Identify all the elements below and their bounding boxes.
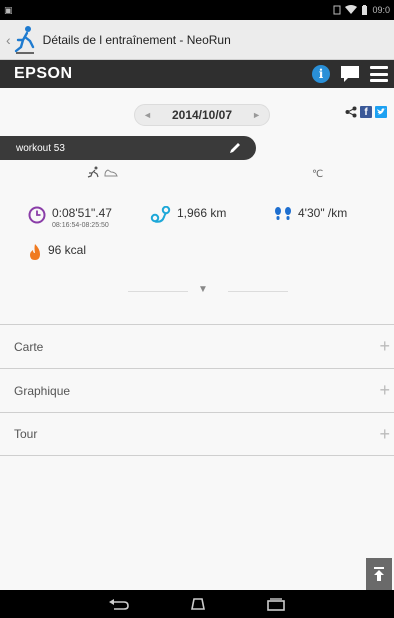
workout-date: 2014/10/07 [171, 108, 233, 122]
section-tour[interactable]: Tour + [0, 412, 394, 456]
arrow-to-top-icon [374, 567, 384, 581]
stat-distance: 1,966 km [150, 206, 226, 224]
stat-calories: 96 kcal [28, 243, 86, 261]
runner-logo-icon[interactable] [13, 25, 37, 55]
expand-details-icon[interactable]: ▼ [198, 284, 208, 295]
facebook-icon[interactable]: f [360, 106, 372, 118]
workout-name-bar[interactable]: workout 53 [0, 136, 256, 160]
sim-icon [333, 5, 341, 15]
date-next-button[interactable]: ► [252, 110, 261, 120]
date-prev-button[interactable]: ◄ [143, 110, 152, 120]
status-indicators: 09:0 [333, 4, 390, 16]
back-icon[interactable] [108, 598, 130, 610]
status-bar: ▣ 09:0 [0, 0, 394, 20]
section-graphique[interactable]: Graphique + [0, 368, 394, 412]
brand-bar: EPSON i [0, 60, 394, 88]
recent-apps-icon[interactable] [266, 597, 286, 611]
plus-icon[interactable]: + [379, 380, 390, 401]
time-range: 08:16:54-08:25:50 [52, 222, 109, 229]
section-label: Graphique [14, 383, 71, 398]
temperature-unit: ℃ [312, 169, 324, 180]
app-title: Détails de l entraînement - NeoRun [42, 32, 231, 47]
distance-value: 1,966 km [177, 206, 227, 220]
battery-icon [362, 4, 368, 15]
share-icon[interactable] [345, 106, 357, 118]
plus-icon[interactable]: + [379, 424, 390, 445]
duration-value: 0:08'51".47 [52, 206, 112, 220]
home-icon[interactable] [187, 598, 209, 610]
expand-divider-left [128, 291, 188, 292]
info-icon[interactable]: i [312, 65, 330, 83]
calories-value: 96 kcal [48, 243, 87, 257]
wifi-icon [345, 5, 358, 14]
section-label: Tour [14, 427, 38, 441]
system-nav-bar [0, 590, 394, 618]
stat-duration: 0:08'51".47 08:16:54-08:25:50 [28, 206, 112, 229]
pencil-icon[interactable] [228, 141, 242, 155]
pace-value: 4'30" /km [298, 206, 348, 220]
menu-icon[interactable] [370, 66, 388, 82]
status-time: 09:0 [372, 5, 390, 15]
scroll-to-top-button[interactable] [366, 558, 392, 590]
notification-icon: ▣ [4, 4, 13, 15]
back-chevron-icon[interactable]: ‹ [6, 32, 11, 48]
toolbar-actions: i [312, 65, 388, 83]
brand-logo: EPSON [14, 65, 73, 82]
stat-pace: 4'30" /km [272, 206, 347, 222]
chat-icon[interactable] [340, 65, 360, 83]
section-carte[interactable]: Carte + [0, 324, 394, 368]
menu-line [370, 66, 388, 69]
share-buttons: f [345, 106, 387, 118]
menu-line [370, 72, 388, 76]
workout-detail-content: ◄ 2014/10/07 ► f workout 53 ℃ 0:08'51".4… [0, 88, 394, 590]
app-title-bar: ‹ Détails de l entraînement - NeoRun [0, 20, 394, 60]
shoe-icon [104, 169, 118, 177]
activity-type-icons [86, 166, 118, 178]
footprints-icon [275, 207, 291, 220]
clock-icon [28, 206, 46, 224]
duration-block: 0:08'51".47 08:16:54-08:25:50 [52, 206, 112, 229]
plus-icon[interactable]: + [379, 336, 390, 357]
section-label: Carte [14, 339, 44, 354]
date-selector: ◄ 2014/10/07 ► [134, 104, 270, 126]
workout-name: workout 53 [16, 142, 65, 154]
menu-line [370, 79, 388, 82]
expand-divider-right [228, 291, 288, 292]
flame-icon [30, 244, 40, 260]
twitter-icon[interactable] [375, 106, 387, 118]
running-icon [87, 166, 99, 178]
route-icon [150, 206, 171, 223]
